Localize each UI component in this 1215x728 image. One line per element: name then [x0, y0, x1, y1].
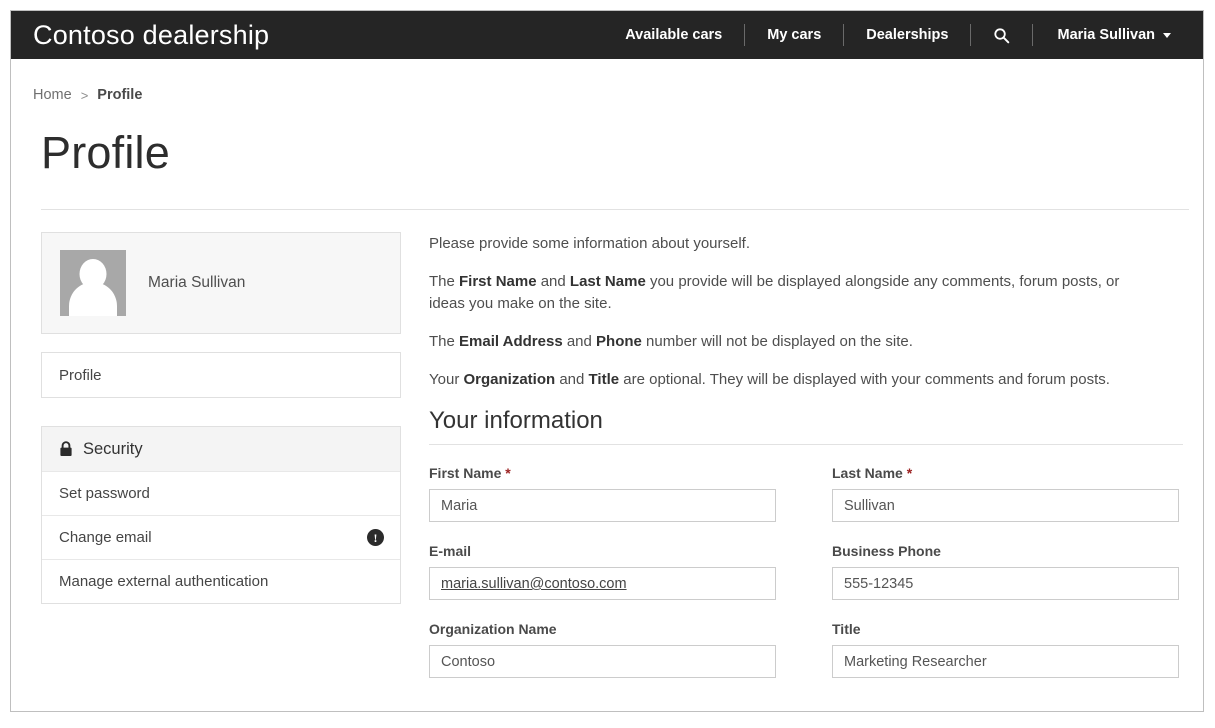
two-column-layout: Maria Sullivan Profile Security Set pass…	[41, 232, 1183, 699]
input-value: Marketing Researcher	[844, 653, 987, 670]
text-fragment: Your	[429, 371, 464, 389]
business-phone-input[interactable]: 555-12345	[832, 567, 1179, 601]
nav-item-available-cars[interactable]: Available cars	[603, 11, 744, 59]
top-navigation-bar: Contoso dealership Available cars My car…	[11, 11, 1203, 59]
avatar	[60, 250, 126, 316]
text-emphasis-last-name: Last Name	[569, 273, 646, 291]
intro-paragraph-1: Please provide some information about yo…	[429, 235, 751, 252]
input-value: Sullivan	[844, 497, 895, 514]
search-button[interactable]	[971, 27, 1032, 44]
application-window: Contoso dealership Available cars My car…	[10, 10, 1204, 712]
section-divider	[429, 444, 1183, 446]
breadcrumb-item-home[interactable]: Home	[33, 87, 72, 103]
search-icon	[994, 27, 1010, 43]
title-divider	[41, 209, 1189, 210]
organization-name-input[interactable]: Contoso	[429, 645, 776, 679]
text-fragment: The	[429, 332, 460, 350]
profile-card-name: Maria Sullivan	[148, 274, 246, 291]
first-name-input[interactable]: Maria	[429, 489, 776, 523]
intro-text-block: Please provide some information about yo…	[429, 233, 1183, 390]
lock-icon	[59, 441, 73, 457]
email-label: E-mail	[429, 543, 472, 560]
field-group-organization-name: Organization Name Contoso	[429, 621, 776, 679]
security-section-title: Security	[83, 439, 143, 458]
sidebar-item-label: Change email	[59, 529, 152, 546]
text-fragment: and	[562, 332, 597, 350]
text-emphasis-title: Title	[588, 371, 620, 389]
profile-summary-card: Maria Sullivan	[41, 232, 401, 334]
label-text: First Name	[429, 465, 502, 482]
required-marker: *	[505, 465, 511, 482]
sidebar-item-set-password[interactable]: Set password	[42, 471, 400, 515]
avatar-body-shape	[69, 282, 117, 316]
sidebar-item-manage-external-authentication[interactable]: Manage external authentication	[42, 559, 400, 603]
security-section-header: Security	[42, 427, 400, 471]
navigation-links-group: Available cars My cars Dealerships Maria…	[603, 11, 1203, 59]
sidebar: Maria Sullivan Profile Security Set pass…	[41, 232, 401, 699]
last-name-input[interactable]: Sullivan	[832, 489, 1179, 523]
nav-item-my-cars[interactable]: My cars	[745, 11, 843, 59]
text-fragment: The	[429, 273, 460, 291]
field-group-last-name: Last Name * Sullivan	[832, 465, 1179, 523]
field-group-title: Title Marketing Researcher	[832, 621, 1179, 679]
text-fragment: number will not be displayed on the site…	[641, 332, 913, 350]
text-fragment: and	[536, 273, 570, 291]
sidebar-item-change-email[interactable]: Change email !	[42, 515, 400, 559]
email-field[interactable]: maria.sullivan@contoso.com	[429, 567, 776, 601]
security-menu-box: Security Set password Change email ! Man…	[41, 426, 401, 604]
title-label: Title	[832, 621, 861, 638]
main-panel: Please provide some information about yo…	[401, 232, 1183, 699]
text-fragment: and	[555, 371, 589, 389]
email-value-link[interactable]: maria.sullivan@contoso.com	[441, 576, 627, 592]
text-emphasis-first-name: First Name	[459, 273, 537, 291]
text-emphasis-organization: Organization	[463, 371, 556, 389]
sidebar-item-label: Set password	[59, 485, 150, 502]
sidebar-item-label: Manage external authentication	[59, 573, 269, 590]
profile-form: First Name * Maria Last Name * Sullivan …	[429, 465, 1183, 699]
nav-item-dealerships[interactable]: Dealerships	[844, 11, 970, 59]
section-title-your-information: Your information	[429, 407, 603, 435]
required-marker: *	[906, 465, 913, 482]
text-emphasis-phone: Phone	[596, 332, 642, 350]
sidebar-item-profile[interactable]: Profile	[42, 353, 400, 397]
alert-exclamation-icon: !	[367, 529, 384, 546]
intro-paragraph-3: The Email Address and Phone number will …	[429, 331, 1157, 352]
text-fragment: are optional. They will be displayed wit…	[619, 371, 1110, 389]
breadcrumb-separator: >	[80, 87, 89, 103]
chevron-down-icon	[1163, 32, 1171, 38]
user-menu-label: Maria Sullivan	[1057, 27, 1155, 43]
field-group-email: E-mail maria.sullivan@contoso.com	[429, 543, 776, 601]
page-title: Profile	[41, 127, 170, 178]
input-value: Maria	[441, 497, 478, 514]
first-name-label: First Name *	[429, 465, 776, 481]
last-name-label: Last Name *	[832, 465, 1179, 481]
intro-paragraph-4: Your Organization and Title are optional…	[429, 369, 1157, 390]
profile-menu-box: Profile	[41, 352, 401, 398]
breadcrumb: Home > Profile	[33, 87, 1179, 103]
field-group-first-name: First Name * Maria	[429, 465, 776, 523]
sidebar-item-label: Profile	[59, 366, 102, 384]
brand-logo-text[interactable]: Contoso dealership	[33, 20, 269, 51]
field-group-business-phone: Business Phone 555-12345	[832, 543, 1179, 601]
breadcrumb-item-current: Profile	[97, 87, 143, 103]
page-content: Home > Profile Profile Maria Sullivan Pr…	[11, 87, 1203, 699]
title-input[interactable]: Marketing Researcher	[832, 645, 1179, 679]
user-menu-button[interactable]: Maria Sullivan	[1033, 27, 1185, 43]
organization-name-label: Organization Name	[429, 621, 557, 638]
business-phone-label: Business Phone	[832, 543, 941, 560]
input-value: 555-12345	[844, 575, 914, 592]
text-emphasis-email-address: Email Address	[459, 332, 563, 350]
label-text: Last Name	[832, 465, 903, 482]
input-value: Contoso	[441, 653, 496, 670]
intro-paragraph-2: The First Name and Last Name you provide…	[429, 271, 1157, 314]
